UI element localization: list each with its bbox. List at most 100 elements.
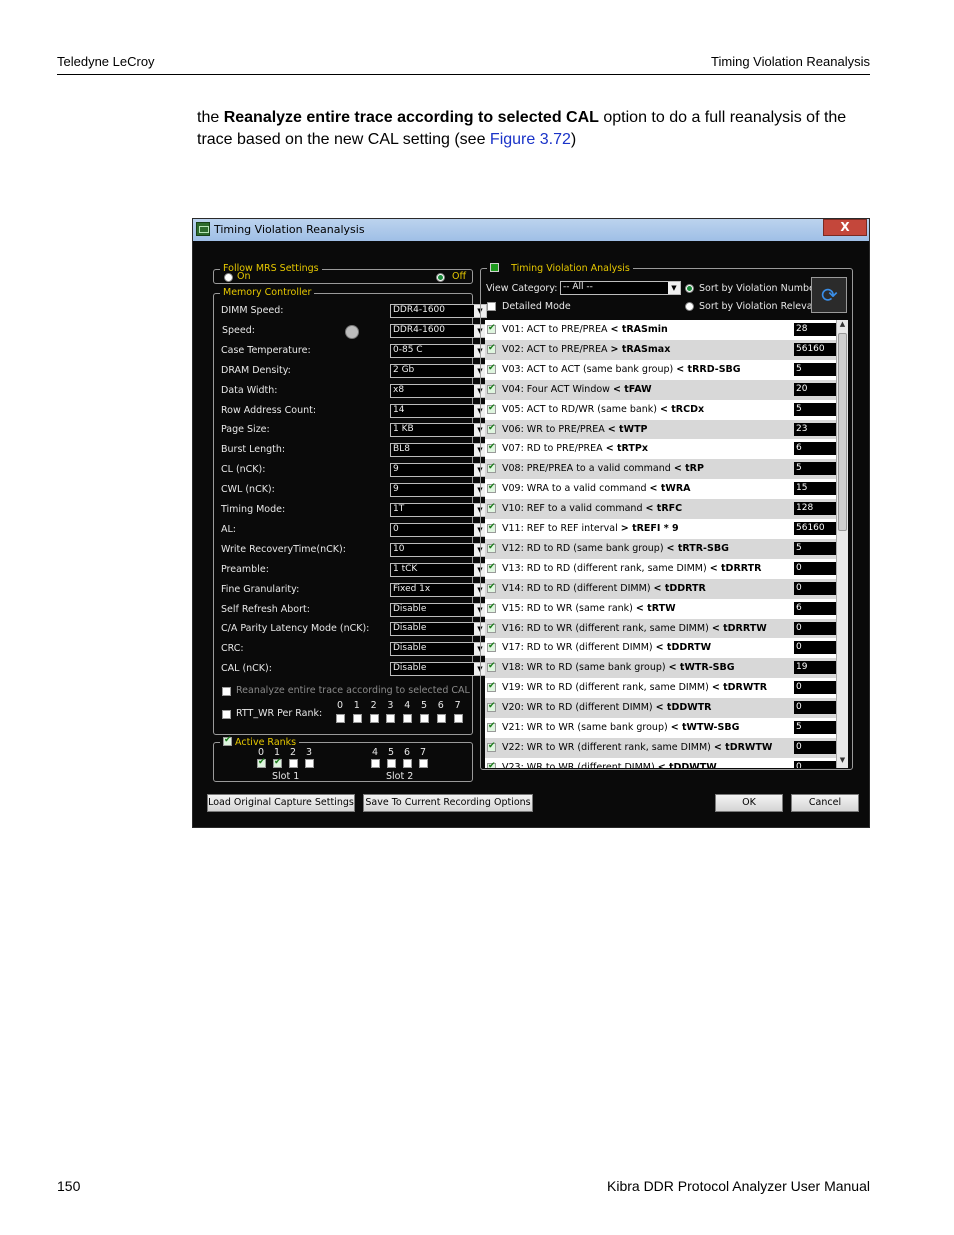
- active-rank-checkbox[interactable]: [289, 759, 298, 768]
- violation-checkbox[interactable]: [487, 641, 496, 653]
- rtt-rank-checkbox[interactable]: [403, 714, 413, 723]
- violation-checkbox[interactable]: [487, 721, 496, 732]
- violation-row[interactable]: V16: RD to WR (different rank, same DIMM…: [485, 618, 836, 639]
- mc-field-select[interactable]: 1T ▼: [390, 503, 487, 517]
- violation-row[interactable]: V21: WR to WR (same bank group) < tWTW-S…: [485, 718, 836, 738]
- violation-threshold-input[interactable]: 0: [794, 740, 836, 754]
- violation-row[interactable]: V09: WRA to a valid command < tWRA 15: [485, 479, 836, 500]
- active-rank-checkbox[interactable]: [419, 759, 428, 768]
- violation-threshold-input[interactable]: 0: [794, 581, 836, 595]
- mc-field-select[interactable]: Disable ▼: [390, 642, 487, 657]
- rtt-rank-checkbox[interactable]: [352, 714, 362, 723]
- close-button[interactable]: X: [823, 219, 867, 236]
- mc-field-select[interactable]: Disable ▼: [390, 662, 487, 677]
- violation-row[interactable]: V14: RD to RD (different DIMM) < tDDRTR 0: [485, 578, 836, 599]
- violation-checkbox[interactable]: [487, 383, 496, 394]
- violation-checkbox[interactable]: [487, 661, 496, 673]
- mc-field-select[interactable]: 2 Gb ▼: [390, 363, 487, 378]
- violation-checkbox[interactable]: [487, 542, 496, 553]
- violation-threshold-input[interactable]: 0: [794, 760, 836, 768]
- mc-field-select[interactable]: 9 ▼: [390, 463, 487, 478]
- figure-link[interactable]: Figure 3.72: [490, 131, 571, 148]
- rtt-rank-checkbox[interactable]: [369, 714, 379, 723]
- violation-row[interactable]: V10: REF to a valid command < tRFC 128: [485, 499, 836, 520]
- violation-checkbox[interactable]: [487, 462, 496, 474]
- violation-row[interactable]: V06: WR to PRE/PREA < tWTP 23: [485, 419, 836, 440]
- refresh-button[interactable]: ⟳: [811, 277, 847, 313]
- sort-relevance-radio[interactable]: [685, 302, 694, 311]
- active-ranks-checkbox[interactable]: [223, 735, 232, 746]
- active-rank-checkbox[interactable]: [387, 759, 396, 768]
- violation-threshold-input[interactable]: 5: [794, 541, 836, 555]
- violation-checkbox[interactable]: [487, 423, 496, 434]
- violation-checkbox[interactable]: [487, 363, 496, 374]
- violation-checkbox[interactable]: [487, 522, 496, 533]
- violation-checkbox[interactable]: [487, 502, 496, 514]
- rtt-rank-checkbox[interactable]: [386, 714, 396, 723]
- mc-field-select[interactable]: x8 ▼: [390, 383, 487, 398]
- violation-threshold-input[interactable]: 6: [794, 601, 836, 615]
- reanalyze-checkbox[interactable]: [222, 687, 231, 696]
- violation-row[interactable]: V04: Four ACT Window < tFAW 20: [485, 379, 836, 400]
- violation-threshold-input[interactable]: 0: [794, 621, 836, 635]
- scroll-thumb[interactable]: [838, 333, 847, 531]
- violation-row[interactable]: V18: WR to RD (same bank group) < tWTR-S…: [485, 658, 836, 679]
- violation-threshold-input[interactable]: 5: [794, 402, 836, 416]
- violation-row[interactable]: V03: ACT to ACT (same bank group) < tRRD…: [485, 359, 836, 380]
- violation-checkbox[interactable]: [487, 681, 496, 693]
- violation-checkbox[interactable]: [487, 482, 496, 494]
- violation-row[interactable]: V17: RD to WR (different DIMM) < tDDRTW 0: [485, 638, 836, 659]
- rtt-rank-checkbox[interactable]: [436, 714, 446, 723]
- violation-checkbox[interactable]: [487, 343, 496, 354]
- violation-row[interactable]: V13: RD to RD (different rank, same DIMM…: [485, 558, 836, 579]
- violation-list-scrollbar[interactable]: ▲ ▼: [836, 320, 848, 768]
- mc-field-select[interactable]: 10 ▼: [390, 542, 487, 557]
- violation-threshold-input[interactable]: 0: [794, 641, 836, 655]
- mc-field-select[interactable]: Disable ▼: [390, 622, 487, 637]
- violation-threshold-input[interactable]: 56160: [794, 342, 836, 356]
- violation-row[interactable]: V19: WR to RD (different rank, same DIMM…: [485, 678, 836, 699]
- view-category-select[interactable]: -- All -- ▼: [560, 281, 681, 295]
- scroll-up-icon[interactable]: ▲: [837, 320, 848, 332]
- violation-threshold-input[interactable]: 0: [794, 561, 836, 575]
- violation-threshold-input[interactable]: 0: [794, 701, 836, 715]
- violation-row[interactable]: V07: RD to PRE/PREA < tRTPx 6: [485, 439, 836, 460]
- rtt-rank-checkbox[interactable]: [336, 714, 345, 723]
- violation-checkbox[interactable]: [487, 741, 496, 752]
- violation-row[interactable]: V05: ACT to RD/WR (same bank) < tRCDx 5: [485, 399, 836, 420]
- violation-checkbox[interactable]: [487, 562, 496, 573]
- violation-row[interactable]: V20: WR to RD (different DIMM) < tDDWTR 0: [485, 698, 836, 719]
- ok-button[interactable]: OK: [715, 794, 783, 812]
- mc-field-select[interactable]: BL8 ▼: [390, 443, 487, 458]
- violation-checkbox[interactable]: [487, 622, 496, 633]
- mc-field-select[interactable]: 1 tCK ▼: [390, 562, 487, 577]
- mc-field-select[interactable]: Disable ▼: [390, 602, 487, 617]
- active-rank-checkbox[interactable]: [273, 757, 282, 768]
- active-rank-checkbox[interactable]: [257, 757, 266, 768]
- scroll-down-icon[interactable]: ▼: [837, 756, 848, 768]
- violation-row[interactable]: V11: REF to REF interval > tREFI * 9 5616…: [485, 519, 836, 539]
- violation-row[interactable]: V15: RD to WR (same rank) < tRTW 6: [485, 598, 836, 619]
- violation-threshold-input[interactable]: 6: [794, 442, 836, 456]
- violation-threshold-input[interactable]: 20: [794, 382, 836, 396]
- violation-checkbox[interactable]: [487, 582, 496, 593]
- violation-row[interactable]: V08: PRE/PREA to a valid command < tRP 5: [485, 459, 836, 480]
- violation-checkbox[interactable]: [487, 701, 496, 713]
- mc-field-select[interactable]: 9 ▼: [390, 483, 487, 498]
- cancel-button[interactable]: Cancel: [791, 794, 859, 812]
- mc-field-select[interactable]: 0 ▼: [390, 522, 487, 537]
- violation-list[interactable]: V01: ACT to PRE/PREA < tRASmin 28 V02: ACT…: [485, 320, 836, 768]
- active-rank-checkbox[interactable]: [305, 759, 314, 768]
- sort-number-radio[interactable]: [685, 284, 694, 293]
- mrs-off-radio[interactable]: [436, 273, 445, 282]
- violation-checkbox[interactable]: [487, 323, 496, 334]
- mc-field-select[interactable]: Fixed 1x ▼: [390, 582, 487, 597]
- mc-field-select[interactable]: 1 KB ▼: [390, 423, 487, 438]
- violation-threshold-input[interactable]: 19: [794, 661, 836, 675]
- rtt-wr-checkbox[interactable]: [222, 710, 231, 719]
- mc-field-select[interactable]: 14 ▼: [390, 403, 487, 418]
- active-rank-checkbox[interactable]: [403, 759, 412, 768]
- analysis-checkbox[interactable]: [490, 263, 499, 272]
- mc-field-select[interactable]: DDR4-1600 ▼: [390, 323, 487, 338]
- rtt-rank-checkbox[interactable]: [453, 714, 463, 723]
